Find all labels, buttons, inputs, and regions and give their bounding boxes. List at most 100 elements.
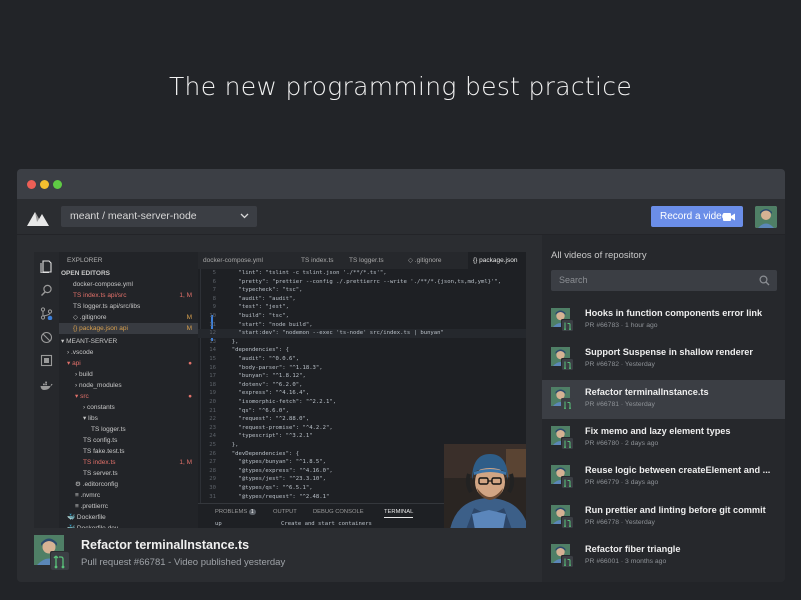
video-list-item[interactable]: Support Suspense in shallow renderer PR #…	[542, 340, 785, 379]
logo-icon[interactable]	[27, 208, 49, 226]
output-tab[interactable]: OUTPUT	[273, 509, 297, 515]
explorer-item[interactable]: TS server.ts	[59, 468, 198, 479]
video-title: Fix memo and lazy element types	[585, 425, 731, 436]
terminal-left-text: up	[215, 521, 222, 527]
code-text: "body-parser": "^1.18.3",	[225, 364, 323, 371]
problems-count: 1	[248, 509, 256, 515]
explorer-item[interactable]: TS logger.ts api/src/libs	[59, 301, 198, 312]
video-meta: PR #66782 · Yesterday	[585, 361, 655, 369]
user-avatar[interactable]	[755, 206, 777, 228]
explorer-item[interactable]: TS logger.ts	[59, 424, 198, 435]
explorer-item[interactable]: TS fake.test.ts	[59, 446, 198, 457]
code-text: "dependencies": {	[225, 347, 289, 354]
explorer-item[interactable]: › node_modules	[59, 380, 198, 391]
code-line: 24 "typescript": "^3.2.1"	[198, 432, 526, 441]
docker-icon	[40, 381, 53, 390]
explorer-item[interactable]: 🐳 Dockerfile	[59, 512, 198, 523]
video-player-panel: EXPLORER OPEN EDITORS docker-compose.yml…	[17, 235, 542, 582]
search-input[interactable]: Search	[551, 270, 777, 291]
code-line: 16 "body-parser": "^1.18.3",	[198, 364, 526, 373]
explorer-item[interactable]: › .vscode	[59, 347, 198, 358]
explorer-item[interactable]: ≡ .prettierrc	[59, 501, 198, 512]
line-number: 22	[209, 416, 216, 423]
explorer-item[interactable]: ⚙ .editorconfig	[59, 479, 198, 490]
explorer-item[interactable]: 🐳 Dockerfile.dev	[59, 523, 198, 528]
explorer-item[interactable]: ▾ src ●	[59, 391, 198, 402]
explorer-item[interactable]: ◇ .gitignore M	[59, 312, 198, 323]
code-line: 7 "typecheck": "tsc",	[198, 286, 526, 295]
explorer-item-label: ▾ src	[75, 393, 89, 400]
repository-select[interactable]: meant / meant-server-node	[61, 206, 257, 227]
explorer-item[interactable]: › build	[59, 369, 198, 380]
line-number: 13	[209, 338, 216, 345]
explorer-item[interactable]: TS config.ts	[59, 435, 198, 446]
code-text: },	[225, 442, 239, 448]
code-line: 6 "pretty": "prettier --config ./.pretti…	[198, 278, 526, 287]
explorer-item-status: M	[186, 325, 192, 332]
explorer-item-label: 🐳 Dockerfile	[67, 514, 106, 521]
explorer-item[interactable]: › constants	[59, 402, 198, 413]
video-list-item[interactable]: Fix memo and lazy element types PR #66780…	[542, 419, 785, 458]
code-text: },	[225, 338, 239, 345]
search-icon	[41, 284, 52, 296]
video-meta: PR #66001 · 3 months ago	[585, 557, 667, 565]
video-list-item[interactable]: Refactor fiber triangle PR #66001 · 3 mon…	[542, 537, 785, 576]
explorer-item[interactable]: ▾ MEANT-SERVER	[59, 336, 198, 347]
minimize-window-button[interactable]	[40, 180, 49, 189]
code-text: "@types/express": "^4.16.0",	[225, 467, 333, 474]
code-text: "start": "node build",	[225, 321, 313, 328]
video-meta: PR #66783 · 1 hour ago	[585, 322, 658, 329]
video-list-item[interactable]: Refactor terminalInstance.ts PR #66781 · …	[542, 379, 785, 419]
video-frame[interactable]: EXPLORER OPEN EDITORS docker-compose.yml…	[34, 252, 526, 528]
close-window-button[interactable]	[27, 180, 36, 189]
line-number: 8	[212, 295, 216, 302]
terminal-output: Create and start containers	[281, 521, 372, 527]
presenter-image	[444, 444, 526, 528]
editor-tab[interactable]: TS index.ts	[296, 252, 344, 269]
code-line: 20 "isomorphic-fetch": "^2.2.1",	[198, 398, 526, 407]
editor-tabs: docker-compose.yml TS index.ts TS logger.t…	[198, 252, 526, 269]
line-number: 25	[209, 442, 216, 448]
video-thumbnail	[551, 504, 574, 529]
problems-tab[interactable]: PROBLEMS 1	[215, 509, 256, 515]
explorer-item[interactable]: ≡ .nvmrc	[59, 490, 198, 501]
line-number: 23	[209, 424, 216, 431]
explorer-item-label: {} package.json api	[73, 325, 128, 332]
pull-request-avatar-icon	[34, 535, 70, 571]
code-line: 13 },	[198, 338, 526, 347]
code-line: 15 "audit": "^0.0.6",	[198, 355, 526, 364]
video-list-item[interactable]: Reuse logic between createElement and ..…	[542, 458, 785, 497]
explorer-item[interactable]: TS index.ts api/src 1, M	[59, 290, 198, 301]
explorer-item[interactable]: TS index.ts 1, M	[59, 457, 198, 468]
code-line: 8 "audit": "audit",	[198, 295, 526, 304]
explorer-item[interactable]: docker-compose.yml	[59, 279, 198, 290]
line-number: 12	[209, 330, 216, 337]
video-list-item[interactable]: Hooks in function components error link P…	[542, 301, 785, 340]
explorer-item-label: ▾ libs	[83, 415, 98, 422]
explorer-item[interactable]: ▾ api ●	[59, 358, 198, 369]
maximize-window-button[interactable]	[53, 180, 62, 189]
explorer-item-label: ⚙ .editorconfig	[75, 481, 119, 488]
video-title: Run prettier and linting before git comm…	[585, 504, 766, 515]
explorer-item[interactable]: {} package.json api M	[59, 323, 198, 334]
file-explorer: EXPLORER OPEN EDITORS docker-compose.yml…	[59, 252, 198, 528]
editor-tab[interactable]: docker-compose.yml	[198, 252, 296, 269]
terminal-tab[interactable]: TERMINAL	[384, 509, 414, 518]
explorer-item[interactable]: ▾ libs	[59, 413, 198, 424]
editor-tab[interactable]: {} package.json	[468, 252, 526, 269]
line-number: 29	[209, 476, 216, 483]
video-meta: PR #66779 · 3 days ago	[585, 479, 659, 487]
sidebar-title: All videos of repository	[551, 250, 647, 261]
editor-tab[interactable]: TS logger.ts	[344, 252, 403, 269]
pull-request-avatar-icon	[551, 386, 574, 411]
explorer-item-label: ≡ .prettierrc	[75, 503, 109, 510]
video-list-item[interactable]: Run prettier and linting before git comm…	[542, 498, 785, 537]
current-video-thumbnail[interactable]	[34, 535, 70, 571]
record-video-button[interactable]: Record a video	[651, 206, 743, 227]
editor-tab[interactable]: ◇ .gitignore	[403, 252, 468, 269]
debug-console-tab[interactable]: DEBUG CONSOLE	[313, 509, 364, 515]
explorer-item-label: TS index.ts api/src	[73, 292, 127, 299]
code-text: "start:dev": "nodemon --exec 'ts-node' s…	[225, 330, 444, 337]
record-video-label: Record a video	[660, 211, 728, 222]
explorer-item-label: TS fake.test.ts	[83, 448, 125, 455]
